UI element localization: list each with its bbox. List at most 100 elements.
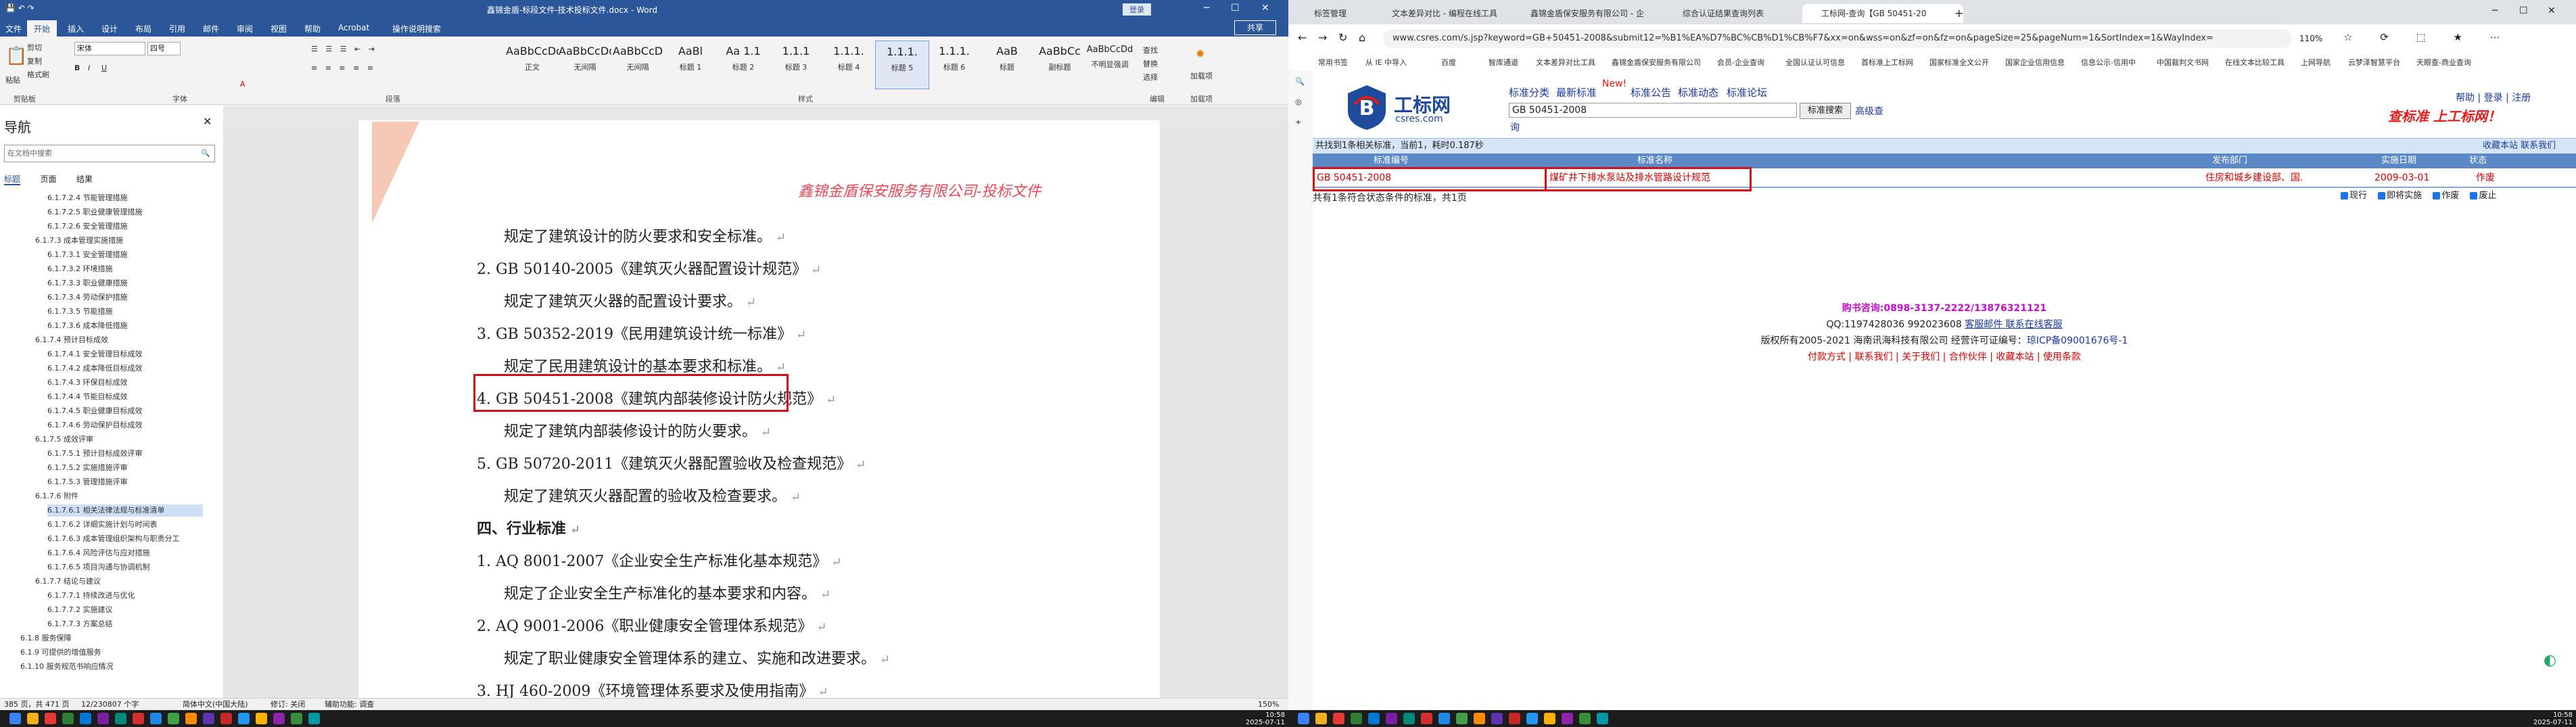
style-heading-4[interactable]: 1.1.1. 标题 4 xyxy=(822,41,875,88)
nav-announcement[interactable]: 标准公告 xyxy=(1631,85,1671,99)
font-color-icon[interactable]: A xyxy=(240,80,245,89)
taskbar-app-icon[interactable] xyxy=(273,713,285,724)
taskbar-app-icon[interactable] xyxy=(97,713,109,724)
nav-heading-item[interactable]: 6.1.7.7.2 实施建议 xyxy=(47,604,203,616)
bookmark-item[interactable]: 国家标准全文公开 xyxy=(1929,57,1989,68)
taskbar-app-icon[interactable] xyxy=(291,713,302,724)
nav-heading-item[interactable]: 6.1.7.3.4 劳动保护措施 xyxy=(47,291,203,304)
page-count[interactable]: 385 页，共 471 页 xyxy=(4,699,69,711)
taskbar-app-icon[interactable] xyxy=(168,713,179,724)
tab-design[interactable]: 设计 xyxy=(101,23,118,34)
minimize-icon[interactable]: ─ xyxy=(1204,3,1209,14)
style-title[interactable]: AaB 标题 xyxy=(981,41,1033,88)
nav-heading-item[interactable]: 6.1.7.7.3 方案总结 xyxy=(47,618,203,630)
font-name-select[interactable]: 宋体 xyxy=(74,42,145,55)
checkbox-icon[interactable] xyxy=(2341,192,2348,200)
style-heading-2[interactable]: Aa 1.1 标题 2 xyxy=(717,41,770,88)
nav-heading-item[interactable]: 6.1.7.5 成效评审 xyxy=(35,433,203,446)
nav-heading-item[interactable]: 6.1.7.3.2 环境措施 xyxy=(47,263,203,275)
tab-home[interactable]: 开始 xyxy=(27,20,57,37)
bookmark-item[interactable]: 智库通道 xyxy=(1489,57,1518,68)
tab-view[interactable]: 视图 xyxy=(271,23,287,34)
tab-help[interactable]: 帮助 xyxy=(304,23,321,34)
document-paragraph[interactable]: 规定了民用建筑设计的基本要求和标准。 ↵ xyxy=(504,354,786,376)
style-heading-3[interactable]: 1.1.1 标题 3 xyxy=(770,41,822,88)
nav-category[interactable]: 标准分类 xyxy=(1509,85,1549,99)
nav-close-icon[interactable]: ✕ xyxy=(203,115,212,128)
nav-heading-item[interactable]: 6.1.7.4 预计目标成效 xyxy=(35,334,203,346)
bookmark-item[interactable]: 天眼查-商业查询 xyxy=(2416,57,2471,68)
nav-heading-item[interactable]: 6.1.8 服务保障 xyxy=(20,632,203,644)
italic-icon[interactable]: I xyxy=(88,64,90,72)
taskbar-app-icon[interactable] xyxy=(1491,713,1503,724)
document-paragraph[interactable]: 四、行业标准 ↵ xyxy=(477,517,580,538)
language-status[interactable]: 简体中文(中国大陆) xyxy=(183,699,248,711)
nav-heading-item[interactable]: 6.1.7.3.6 成本降低措施 xyxy=(47,320,203,332)
standard-search-button[interactable]: 标准搜索 xyxy=(1800,103,1851,119)
nav-heading-item[interactable]: 6.1.7.5.2 实施措施评审 xyxy=(47,462,203,474)
nav-tab-results[interactable]: 结果 xyxy=(76,174,93,184)
addin-icon[interactable]: ✹ xyxy=(1196,47,1204,60)
checkbox-icon[interactable] xyxy=(2470,192,2478,200)
tab-acrobat[interactable]: Acrobat xyxy=(338,23,369,32)
taskbar-app-icon[interactable] xyxy=(1526,713,1538,724)
minimize-icon[interactable]: ─ xyxy=(2492,5,2498,16)
taskbar-app-icon[interactable] xyxy=(220,713,232,724)
tab-file[interactable]: 文件 xyxy=(5,23,22,34)
taskbar-app-icon[interactable] xyxy=(1544,713,1555,724)
browser-tab-2[interactable]: 文本差异对比 - 编程在线工具 xyxy=(1373,4,1527,23)
style-subtle-emphasis[interactable]: AaBbCcDd 不明显强调 xyxy=(1086,41,1133,88)
user-badge[interactable]: 登录 xyxy=(1123,3,1151,16)
taskbar-app-icon[interactable] xyxy=(308,713,320,724)
nav-heading-item[interactable]: 6.1.7.2.5 职业健康管理措施 xyxy=(47,206,203,218)
share-button[interactable]: 共享 xyxy=(1234,20,1276,35)
autosave-icon[interactable]: 💾 ↶ ↷ xyxy=(5,3,34,13)
filter-current[interactable]: 现行 xyxy=(2341,191,2367,201)
tab-insert[interactable]: 插入 xyxy=(68,23,84,34)
bookmark-item[interactable]: 会员-企业查询 xyxy=(1717,57,1764,68)
nav-heading-item[interactable]: 6.1.7.4.3 环保目标成效 xyxy=(47,377,203,389)
tab-references[interactable]: 引用 xyxy=(169,23,185,34)
nav-heading-item[interactable]: 6.1.7.7.1 持续改进与优化 xyxy=(47,590,203,602)
document-paragraph[interactable]: 规定了建筑设计的防火要求和安全标准。 ↵ xyxy=(504,225,786,246)
style-no-spacing-2[interactable]: AaBbCcD 无间隔 xyxy=(611,41,664,88)
nav-heading-item[interactable]: 6.1.7.2.4 节能管理措施 xyxy=(47,192,203,204)
underline-icon[interactable]: U xyxy=(101,64,107,72)
search-icon[interactable]: 🔍 xyxy=(201,145,210,162)
nav-heading-item[interactable]: 6.1.7.5.1 预计目标成效评审 xyxy=(47,448,203,460)
standard-search-input[interactable]: GB 50451-2008 xyxy=(1509,103,1797,118)
bookmark-item[interactable]: 全国认证认可信息 xyxy=(1785,57,1845,68)
nav-search-input[interactable]: 在文档中搜索 🔍 xyxy=(4,145,215,162)
taskbar-app-icon[interactable] xyxy=(1456,713,1468,724)
taskbar-app-icon[interactable] xyxy=(115,713,126,724)
nav-heading-item[interactable]: 6.1.7.4.6 劳动保护目标成效 xyxy=(47,419,203,431)
maximize-icon[interactable]: ☐ xyxy=(1231,3,1240,14)
font-size-select[interactable]: 四号 xyxy=(147,42,181,55)
taskbar-app-icon[interactable] xyxy=(1386,713,1397,724)
nav-heading-item[interactable]: 6.1.7.4.1 安全管理目标成效 xyxy=(47,348,203,360)
nav-heading-item[interactable]: 6.1.7.6.1 相关法律法规与标准清单 xyxy=(47,505,203,517)
filter-obsolete[interactable]: 作废 xyxy=(2433,191,2459,201)
taskbar-app-icon[interactable] xyxy=(1597,713,1608,724)
find-button[interactable]: 查找 xyxy=(1143,45,1158,55)
taskbar-app-icon[interactable] xyxy=(133,713,144,724)
nav-tab-headings[interactable]: 标题 xyxy=(4,174,21,185)
bookmark-item[interactable]: 从 IE 中导入 xyxy=(1365,57,1407,68)
nav-heading-item[interactable]: 6.1.7.3.5 节能措施 xyxy=(47,306,203,318)
style-subtitle[interactable]: AaBbCc 副标题 xyxy=(1033,41,1086,88)
toolbar-icons[interactable]: ☆ ⟳ ⬚ ★ ⋯ xyxy=(2343,31,2512,43)
taskbar-app-icon[interactable] xyxy=(185,713,197,724)
browser-tab-3[interactable]: 鑫锦金盾保安服务有限公司 - 企 xyxy=(1512,4,1679,23)
nav-heading-item[interactable]: 6.1.7.3.1 安全管理措施 xyxy=(47,249,203,261)
nav-forum[interactable]: 标准论坛 xyxy=(1727,85,1767,99)
taskbar-clock-left[interactable]: 10:58 2025-07-11 xyxy=(1231,711,1285,726)
back-icon[interactable]: ← xyxy=(1298,31,1307,44)
csres-logo-icon[interactable]: B xyxy=(1346,84,1387,131)
filter-abolished[interactable]: 废止 xyxy=(2470,191,2496,201)
nav-tab-pages[interactable]: 页面 xyxy=(41,174,57,184)
browser-tab-5-active[interactable]: 工标网-查询【GB 50451-20 xyxy=(1802,4,1963,23)
checkbox-icon[interactable] xyxy=(2433,192,2441,200)
taskbar-app-icon[interactable] xyxy=(1403,713,1415,724)
nav-heading-item[interactable]: 6.1.7.4.4 节能目标成效 xyxy=(47,391,203,403)
sidebar-search-icon[interactable]: 🔍 xyxy=(1295,77,1305,86)
